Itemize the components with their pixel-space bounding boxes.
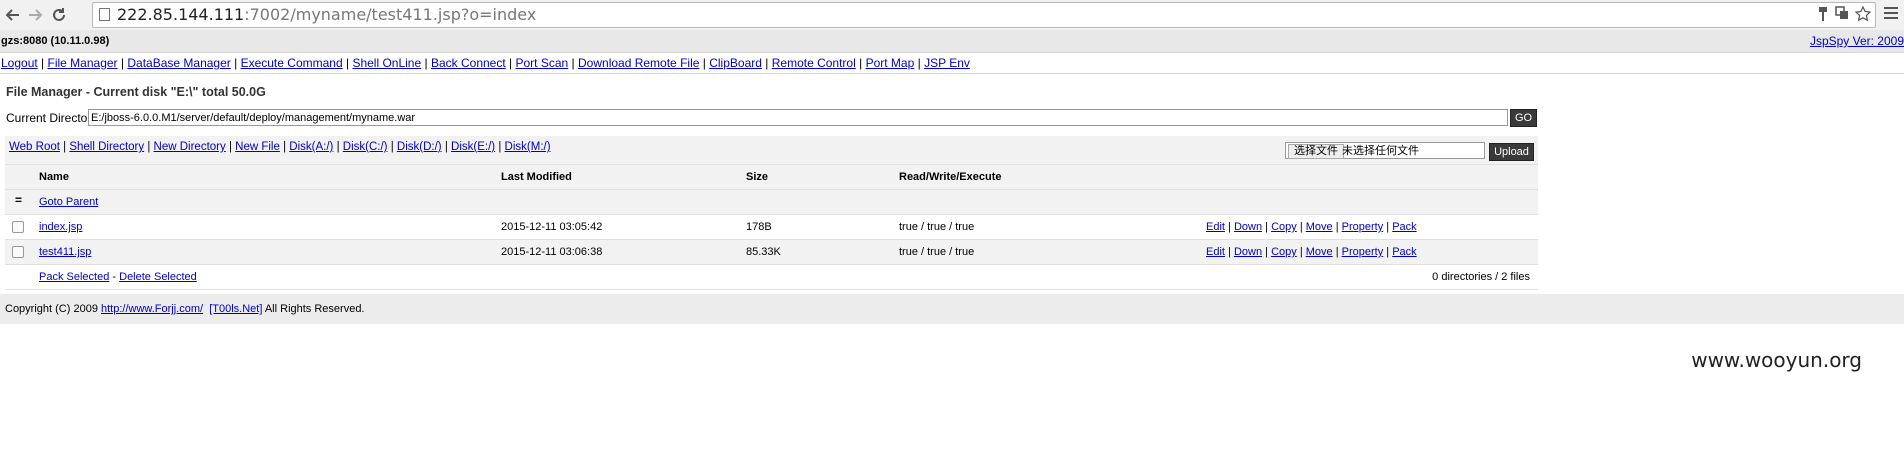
row-checkbox[interactable] xyxy=(12,221,24,233)
goto-parent-link[interactable]: Goto Parent xyxy=(39,196,98,208)
page-icon xyxy=(99,8,110,21)
file-size: 178B xyxy=(746,221,772,233)
column-rwx: Read/Write/Execute xyxy=(899,171,1002,183)
table-header-row: Name Last Modified Size Read/Write/Execu… xyxy=(5,164,1538,189)
menu-execute-command[interactable]: Execute Command xyxy=(241,56,343,70)
action-property[interactable]: Property xyxy=(1342,246,1384,258)
host-info: gzs:8080 (10.11.0.98) xyxy=(1,35,110,47)
parent-folder-icon: = xyxy=(15,193,23,207)
file-rwx: true / true / true xyxy=(899,221,975,233)
file-modified: 2015-12-11 03:06:38 xyxy=(501,246,603,258)
menu-port-map[interactable]: Port Map xyxy=(866,56,915,70)
current-directory-label: Current Directory xyxy=(6,111,98,125)
menu-file-manager[interactable]: File Manager xyxy=(48,56,118,70)
pack-selected-link[interactable]: Pack Selected xyxy=(39,271,109,283)
bulk-actions: Pack Selected - Delete Selected xyxy=(39,271,197,283)
menu-clipboard[interactable]: ClipBoard xyxy=(709,56,762,70)
address-bar[interactable]: 222.85.144.111:7002/myname/test411.jsp?o… xyxy=(92,2,1876,28)
column-name: Name xyxy=(39,171,69,183)
action-edit[interactable]: Edit xyxy=(1206,246,1225,258)
file-actions: Edit | Down | Copy | Move | Property | P… xyxy=(1206,221,1417,233)
table-row: index.jsp 2015-12-11 03:05:42 178B true … xyxy=(5,214,1538,239)
choose-file-button[interactable]: 选择文件 xyxy=(1288,144,1344,159)
table-footer-row: Pack Selected - Delete Selected 0 direct… xyxy=(5,264,1538,290)
action-move[interactable]: Move xyxy=(1306,221,1333,233)
action-move[interactable]: Move xyxy=(1306,246,1333,258)
link-new-directory[interactable]: New Directory xyxy=(154,141,226,153)
star-icon[interactable] xyxy=(1854,5,1872,25)
directory-summary: 0 directories / 2 files xyxy=(1432,271,1530,283)
column-last-modified: Last Modified xyxy=(501,171,572,183)
action-pack[interactable]: Pack xyxy=(1392,221,1416,233)
file-name-link[interactable]: index.jsp xyxy=(39,221,82,233)
file-name-link[interactable]: test411.jsp xyxy=(39,246,91,258)
link-disk-c[interactable]: Disk(C:/) xyxy=(343,141,388,153)
link-web-root[interactable]: Web Root xyxy=(9,141,60,153)
forward-arrow-icon[interactable] xyxy=(24,4,46,26)
no-file-chosen-text: 未选择任何文件 xyxy=(1342,145,1419,157)
column-size: Size xyxy=(746,171,769,183)
back-arrow-icon[interactable] xyxy=(2,4,24,26)
file-modified: 2015-12-11 03:05:42 xyxy=(501,221,603,233)
table-row: test411.jsp 2015-12-11 03:06:38 85.33K t… xyxy=(5,239,1538,264)
forjj-link[interactable]: http://www.Forjj.com/ xyxy=(101,303,203,315)
link-disk-a[interactable]: Disk(A:/) xyxy=(289,141,333,153)
t00ls-link[interactable]: [T00ls.Net] xyxy=(209,303,262,315)
action-property[interactable]: Property xyxy=(1342,221,1384,233)
footer: Copyright (C) 2009 http://www.Forjj.com/… xyxy=(0,294,1904,324)
directory-links-bar: Web Root | Shell Directory | New Directo… xyxy=(5,136,1538,164)
action-pack[interactable]: Pack xyxy=(1392,246,1416,258)
copyright-text: Copyright (C) 2009 http://www.Forjj.com/… xyxy=(5,303,365,315)
action-copy[interactable]: Copy xyxy=(1271,246,1297,258)
link-shell-directory[interactable]: Shell Directory xyxy=(69,141,144,153)
menu-download-remote-file[interactable]: Download Remote File xyxy=(578,56,699,70)
go-button[interactable]: GO xyxy=(1510,109,1537,127)
file-chooser[interactable]: 选择文件 未选择任何文件 xyxy=(1285,142,1485,159)
link-new-file[interactable]: New File xyxy=(235,141,280,153)
version-link[interactable]: JspSpy Ver: 2009 xyxy=(1810,34,1904,48)
link-disk-e[interactable]: Disk(E:/) xyxy=(451,141,495,153)
row-checkbox[interactable] xyxy=(12,246,24,258)
link-disk-d[interactable]: Disk(D:/) xyxy=(397,141,442,153)
menu-jsp-env[interactable]: JSP Env xyxy=(924,56,970,70)
hamburger-menu-icon[interactable] xyxy=(1884,6,1900,23)
translate-icon[interactable] xyxy=(1835,6,1849,25)
page-title: File Manager - Current disk "E:\" total … xyxy=(6,85,266,99)
action-copy[interactable]: Copy xyxy=(1271,221,1297,233)
current-directory-input[interactable] xyxy=(88,109,1508,126)
menu-shell-online[interactable]: Shell OnLine xyxy=(352,56,421,70)
browser-toolbar: 222.85.144.111:7002/myname/test411.jsp?o… xyxy=(0,0,1904,31)
menu-remote-control[interactable]: Remote Control xyxy=(772,56,856,70)
main-menu: Logout | File Manager | DataBase Manager… xyxy=(1,56,970,70)
shell-header: gzs:8080 (10.11.0.98) JspSpy Ver: 2009 xyxy=(0,30,1904,53)
menu-database-manager[interactable]: DataBase Manager xyxy=(127,56,230,70)
file-panel: Web Root | Shell Directory | New Directo… xyxy=(5,136,1538,290)
menu-back-connect[interactable]: Back Connect xyxy=(431,56,506,70)
file-actions: Edit | Down | Copy | Move | Property | P… xyxy=(1206,246,1417,258)
menu-port-scan[interactable]: Port Scan xyxy=(516,56,569,70)
watermark: www.wooyun.org xyxy=(1691,348,1862,372)
upload-button[interactable]: Upload xyxy=(1489,143,1534,161)
menu-logout[interactable]: Logout xyxy=(1,56,38,70)
reload-icon[interactable] xyxy=(48,4,70,26)
key-icon[interactable] xyxy=(1817,6,1829,25)
delete-selected-link[interactable]: Delete Selected xyxy=(119,271,197,283)
action-edit[interactable]: Edit xyxy=(1206,221,1225,233)
goto-parent-row: = Goto Parent xyxy=(5,189,1538,214)
url-text: 222.85.144.111:7002/myname/test411.jsp?o… xyxy=(117,5,537,24)
action-down[interactable]: Down xyxy=(1234,221,1262,233)
divider xyxy=(0,73,1904,74)
link-disk-m[interactable]: Disk(M:/) xyxy=(505,141,551,153)
file-size: 85.33K xyxy=(746,246,781,258)
file-rwx: true / true / true xyxy=(899,246,975,258)
action-down[interactable]: Down xyxy=(1234,246,1262,258)
